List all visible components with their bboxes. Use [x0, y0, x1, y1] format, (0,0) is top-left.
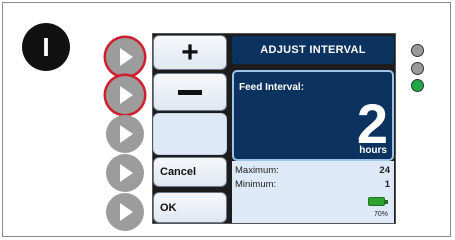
decrease-button[interactable]: [153, 73, 227, 111]
feed-interval-label: Feed Interval:: [239, 82, 305, 93]
minus-icon: [178, 89, 202, 95]
ok-button[interactable]: OK: [153, 192, 227, 223]
minimum-label: Minimum:: [235, 179, 277, 190]
maximum-row: Maximum: 24: [232, 165, 394, 177]
side-button-3[interactable]: [106, 115, 144, 153]
limits-panel: Maximum: 24 Minimum: 1 70%: [232, 161, 394, 223]
screen-title: ADJUST INTERVAL: [232, 36, 394, 64]
battery-tip: [385, 200, 388, 204]
maximum-value: 24: [379, 165, 390, 176]
status-led-1: [411, 44, 424, 57]
plus-icon: +: [181, 35, 199, 69]
side-button-4[interactable]: [106, 154, 144, 192]
feed-interval-unit: hours: [359, 145, 387, 156]
cancel-label: Cancel: [160, 166, 197, 178]
play-arrow-icon: [120, 164, 133, 182]
increase-button[interactable]: +: [153, 35, 227, 70]
minimum-row: Minimum: 1: [232, 179, 394, 191]
status-led-2: [411, 62, 424, 75]
play-arrow-icon: [120, 125, 133, 143]
cancel-button[interactable]: Cancel: [153, 157, 227, 187]
maximum-label: Maximum:: [235, 165, 279, 176]
play-arrow-icon: [120, 203, 133, 221]
play-arrow-icon: [120, 86, 133, 104]
side-button-2[interactable]: [106, 76, 144, 114]
play-arrow-icon: [120, 48, 133, 66]
step-badge: I: [22, 23, 70, 71]
feed-interval-panel: Feed Interval: 2 hours: [232, 70, 394, 161]
side-button-5[interactable]: [106, 193, 144, 231]
battery-icon: [368, 197, 385, 206]
minimum-value: 1: [384, 179, 390, 190]
ok-label: OK: [160, 201, 177, 214]
feed-interval-value: 2: [356, 92, 388, 155]
side-button-1[interactable]: [106, 38, 144, 76]
blank-softkey: [153, 113, 227, 155]
status-led-3: [411, 79, 424, 92]
battery-percent: 70%: [373, 211, 388, 218]
